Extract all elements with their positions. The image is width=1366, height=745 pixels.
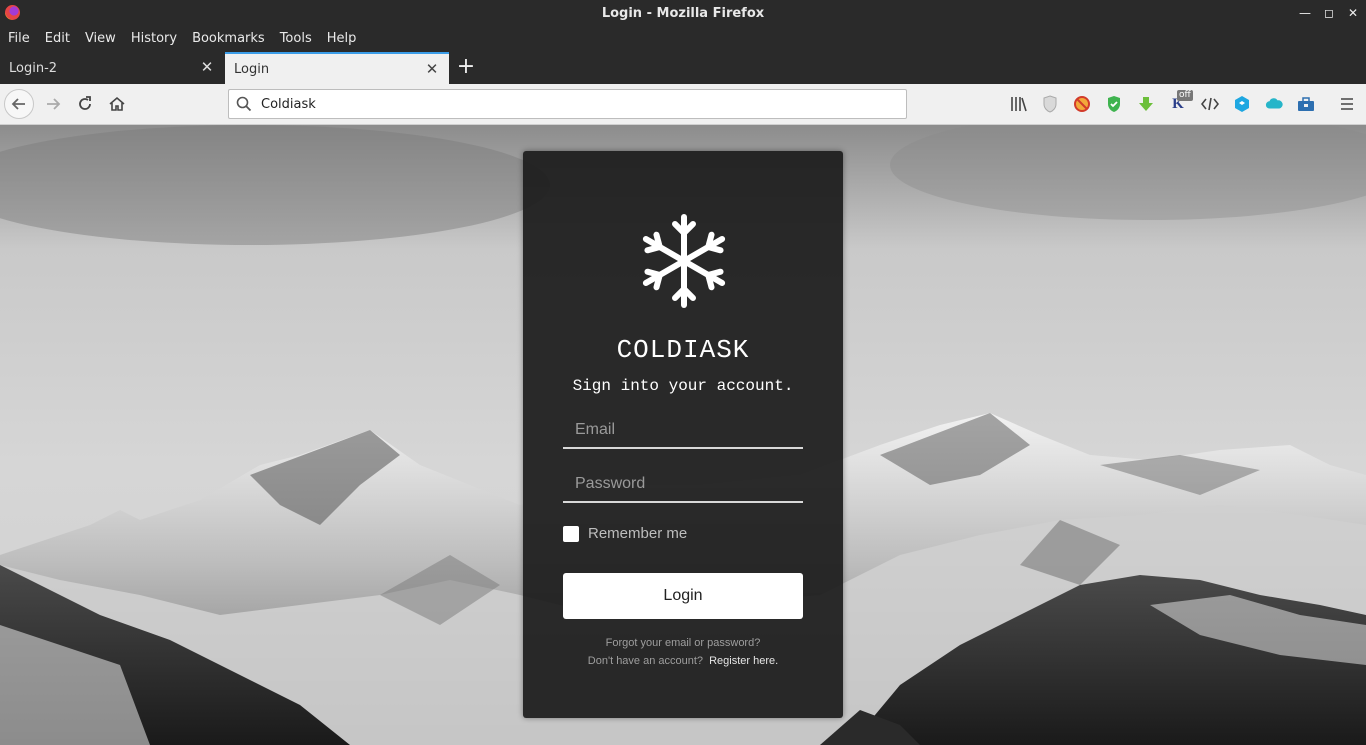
back-button[interactable] [4, 89, 34, 119]
register-row: Don't have an account? Register here. [523, 655, 843, 667]
forward-button[interactable] [38, 89, 68, 119]
signin-subtitle: Sign into your account. [572, 377, 794, 395]
forgot-password-link[interactable]: Forgot your email or password? [523, 637, 843, 649]
menu-bookmarks[interactable]: Bookmarks [192, 31, 265, 46]
window-title: Login - Mozilla Firefox [601, 5, 765, 21]
page-content: COLDIASK Sign into your account. Remembe… [0, 125, 1366, 745]
cube-icon[interactable] [1233, 95, 1251, 113]
toolbox-icon[interactable] [1297, 95, 1315, 113]
minimize-icon[interactable]: — [1292, 0, 1318, 26]
remember-me-label[interactable]: Remember me [588, 525, 687, 542]
tab-login[interactable]: Login ✕ [225, 52, 449, 84]
tab-login-2[interactable]: Login-2 ✕ [0, 52, 224, 84]
search-icon [235, 95, 253, 113]
tab-label: Login-2 [9, 60, 58, 76]
tab-label: Login [234, 61, 270, 77]
menu-bar: File Edit View History Bookmarks Tools H… [0, 26, 1366, 50]
address-bar-text: Coldiask [261, 96, 316, 112]
snowflake-logo-icon [642, 214, 726, 308]
back-arrow-icon [11, 98, 25, 110]
register-link[interactable]: Register here. [709, 655, 778, 667]
home-button[interactable] [102, 89, 132, 119]
blocker-icon[interactable] [1073, 95, 1091, 113]
extension-badge: off [1177, 90, 1193, 101]
password-field-wrapper [563, 469, 803, 503]
address-bar[interactable]: Coldiask [228, 89, 907, 119]
hamburger-menu-icon[interactable] [1338, 95, 1356, 113]
no-account-text: Don't have an account? [587, 655, 704, 667]
tab-strip: Login-2 ✕ Login ✕ + [0, 50, 1366, 84]
menu-help[interactable]: Help [327, 31, 357, 46]
devtools-icon[interactable] [1201, 95, 1219, 113]
reload-button[interactable] [70, 89, 100, 119]
password-field[interactable] [563, 469, 803, 499]
menu-file[interactable]: File [8, 31, 30, 46]
navigation-toolbar: Coldiask K off [0, 84, 1366, 125]
home-icon [109, 96, 125, 111]
window-titlebar: Login - Mozilla Firefox — ◻ ✕ [0, 0, 1366, 26]
login-card: COLDIASK Sign into your account. Remembe… [523, 151, 843, 718]
firefox-logo-icon [5, 5, 20, 20]
library-icon[interactable] [1010, 95, 1028, 113]
close-tab-icon[interactable]: ✕ [200, 60, 214, 75]
login-button[interactable]: Login [563, 573, 803, 619]
menu-tools[interactable]: Tools [280, 31, 312, 46]
email-field[interactable] [563, 415, 803, 445]
cloud-icon[interactable] [1265, 95, 1283, 113]
maximize-icon[interactable]: ◻ [1316, 0, 1342, 26]
email-field-wrapper [563, 415, 803, 449]
forward-arrow-icon [47, 98, 61, 110]
reload-icon [79, 96, 91, 110]
menu-view[interactable]: View [85, 31, 116, 46]
brand-title: COLDIASK [616, 335, 750, 365]
menu-edit[interactable]: Edit [45, 31, 70, 46]
close-tab-icon[interactable]: ✕ [425, 62, 439, 77]
remember-me-row: Remember me [563, 525, 687, 542]
close-window-icon[interactable]: ✕ [1340, 0, 1366, 26]
privacy-badger-icon[interactable] [1041, 95, 1059, 113]
menu-history[interactable]: History [131, 31, 177, 46]
shield-check-icon[interactable] [1105, 95, 1123, 113]
new-tab-icon[interactable]: + [455, 54, 477, 80]
download-icon[interactable] [1137, 95, 1155, 113]
remember-me-checkbox[interactable] [563, 525, 579, 542]
